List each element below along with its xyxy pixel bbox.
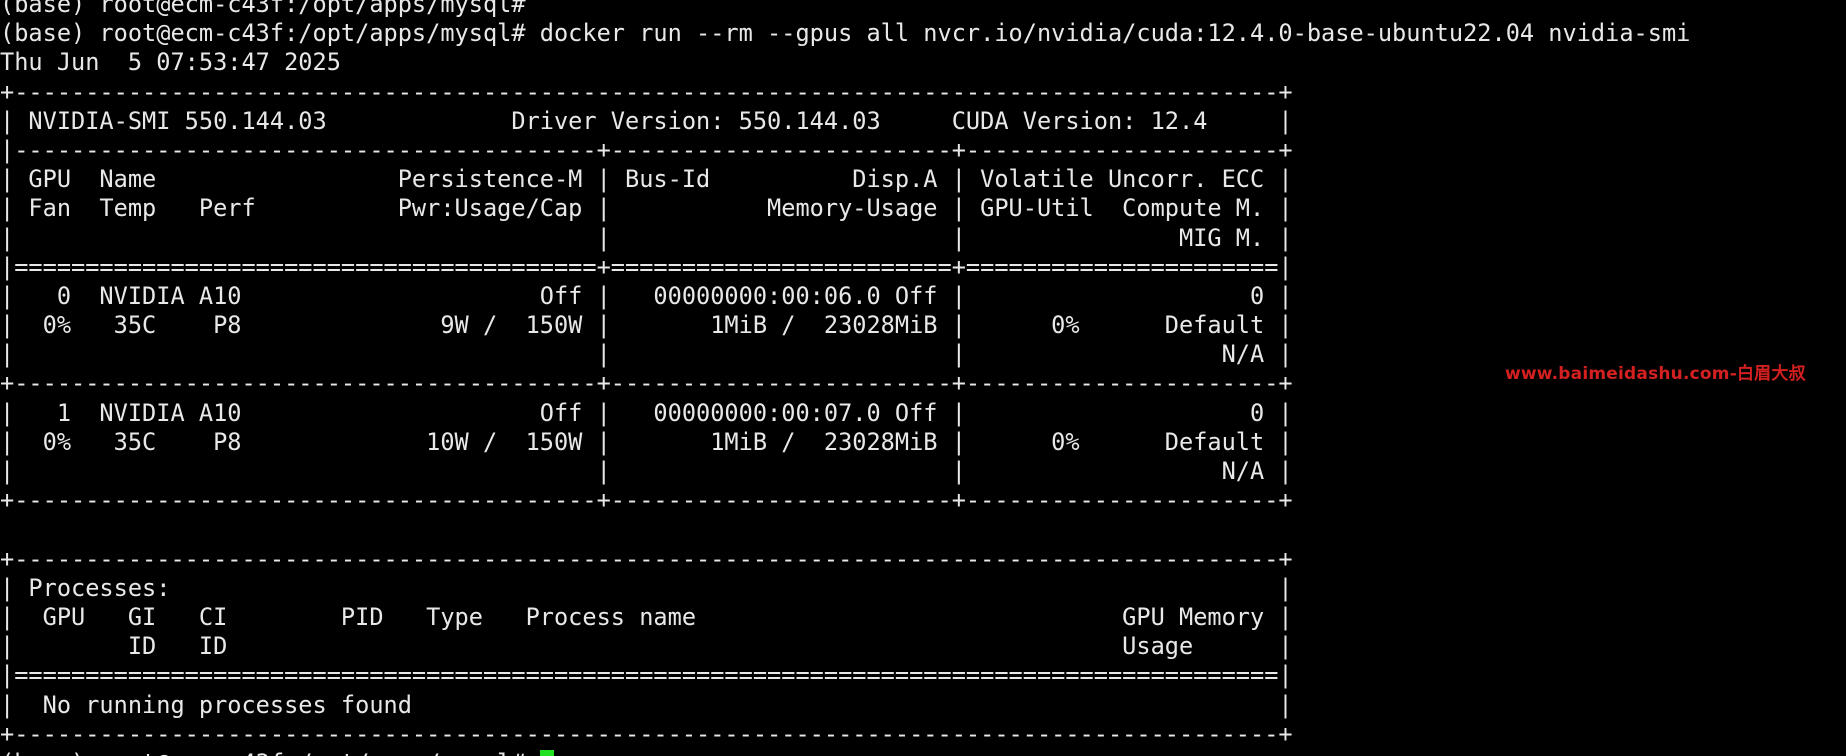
terminal-line: +---------------------------------------… xyxy=(0,719,1293,748)
terminal-line: |=======================================… xyxy=(0,661,1293,690)
terminal-line: | Processes: | xyxy=(0,573,1293,602)
terminal-line: Thu Jun 5 07:53:47 2025 xyxy=(0,48,341,77)
terminal-line: +---------------------------------------… xyxy=(0,369,1293,398)
command-prompt-line[interactable]: (base) root@ecm-c43f:/opt/apps/mysql# xyxy=(0,749,1690,756)
terminal-line: +---------------------------------------… xyxy=(0,77,1293,106)
text-cursor xyxy=(539,749,554,756)
terminal-line: | | | N/A | xyxy=(0,457,1293,485)
terminal-line: | ID ID Usage | xyxy=(0,632,1293,661)
terminal-line: (base) root@ecm-c43f:/opt/apps/mysql# xyxy=(0,0,526,18)
terminal-line: | 0% 35C P8 10W / 150W | 1MiB / 23028MiB… xyxy=(0,427,1293,456)
terminal-line: | No running processes found | xyxy=(0,690,1293,719)
terminal-line: | | | N/A | xyxy=(0,340,1293,369)
terminal-output: (base) root@ecm-c43f:/opt/apps/mysql# (ba… xyxy=(0,0,1690,756)
terminal-line: +---------------------------------------… xyxy=(0,486,1293,515)
command-prompt: (base) root@ecm-c43f:/opt/apps/mysql# xyxy=(0,749,540,756)
terminal-line: |=======================================… xyxy=(0,252,1293,281)
terminal-line: | 0 NVIDIA A10 Off | 00000000:00:06.0 Of… xyxy=(0,281,1293,310)
terminal-line: | 0% 35C P8 9W / 150W | 1MiB / 23028MiB … xyxy=(0,311,1293,340)
terminal-line: | GPU Name Persistence-M | Bus-Id Disp.A… xyxy=(0,165,1293,194)
terminal-line: (base) root@ecm-c43f:/opt/apps/mysql# do… xyxy=(0,19,1691,48)
terminal-line: +---------------------------------------… xyxy=(0,544,1293,573)
watermark-text: www.baimeidashu.com-白眉大叔 xyxy=(1505,364,1806,384)
terminal-line: | 1 NVIDIA A10 Off | 00000000:00:07.0 Of… xyxy=(0,398,1293,427)
terminal-line: | GPU GI CI PID Type Process name GPU Me… xyxy=(0,602,1293,631)
terminal-line: |---------------------------------------… xyxy=(0,135,1293,164)
terminal-line: | NVIDIA-SMI 550.144.03 Driver Version: … xyxy=(0,106,1293,135)
terminal-window[interactable]: (base) root@ecm-c43f:/opt/apps/mysql# (ba… xyxy=(0,0,1846,756)
terminal-line: | | | MIG M. | xyxy=(0,223,1293,252)
terminal-line: | Fan Temp Perf Pwr:Usage/Cap | Memory-U… xyxy=(0,194,1293,223)
